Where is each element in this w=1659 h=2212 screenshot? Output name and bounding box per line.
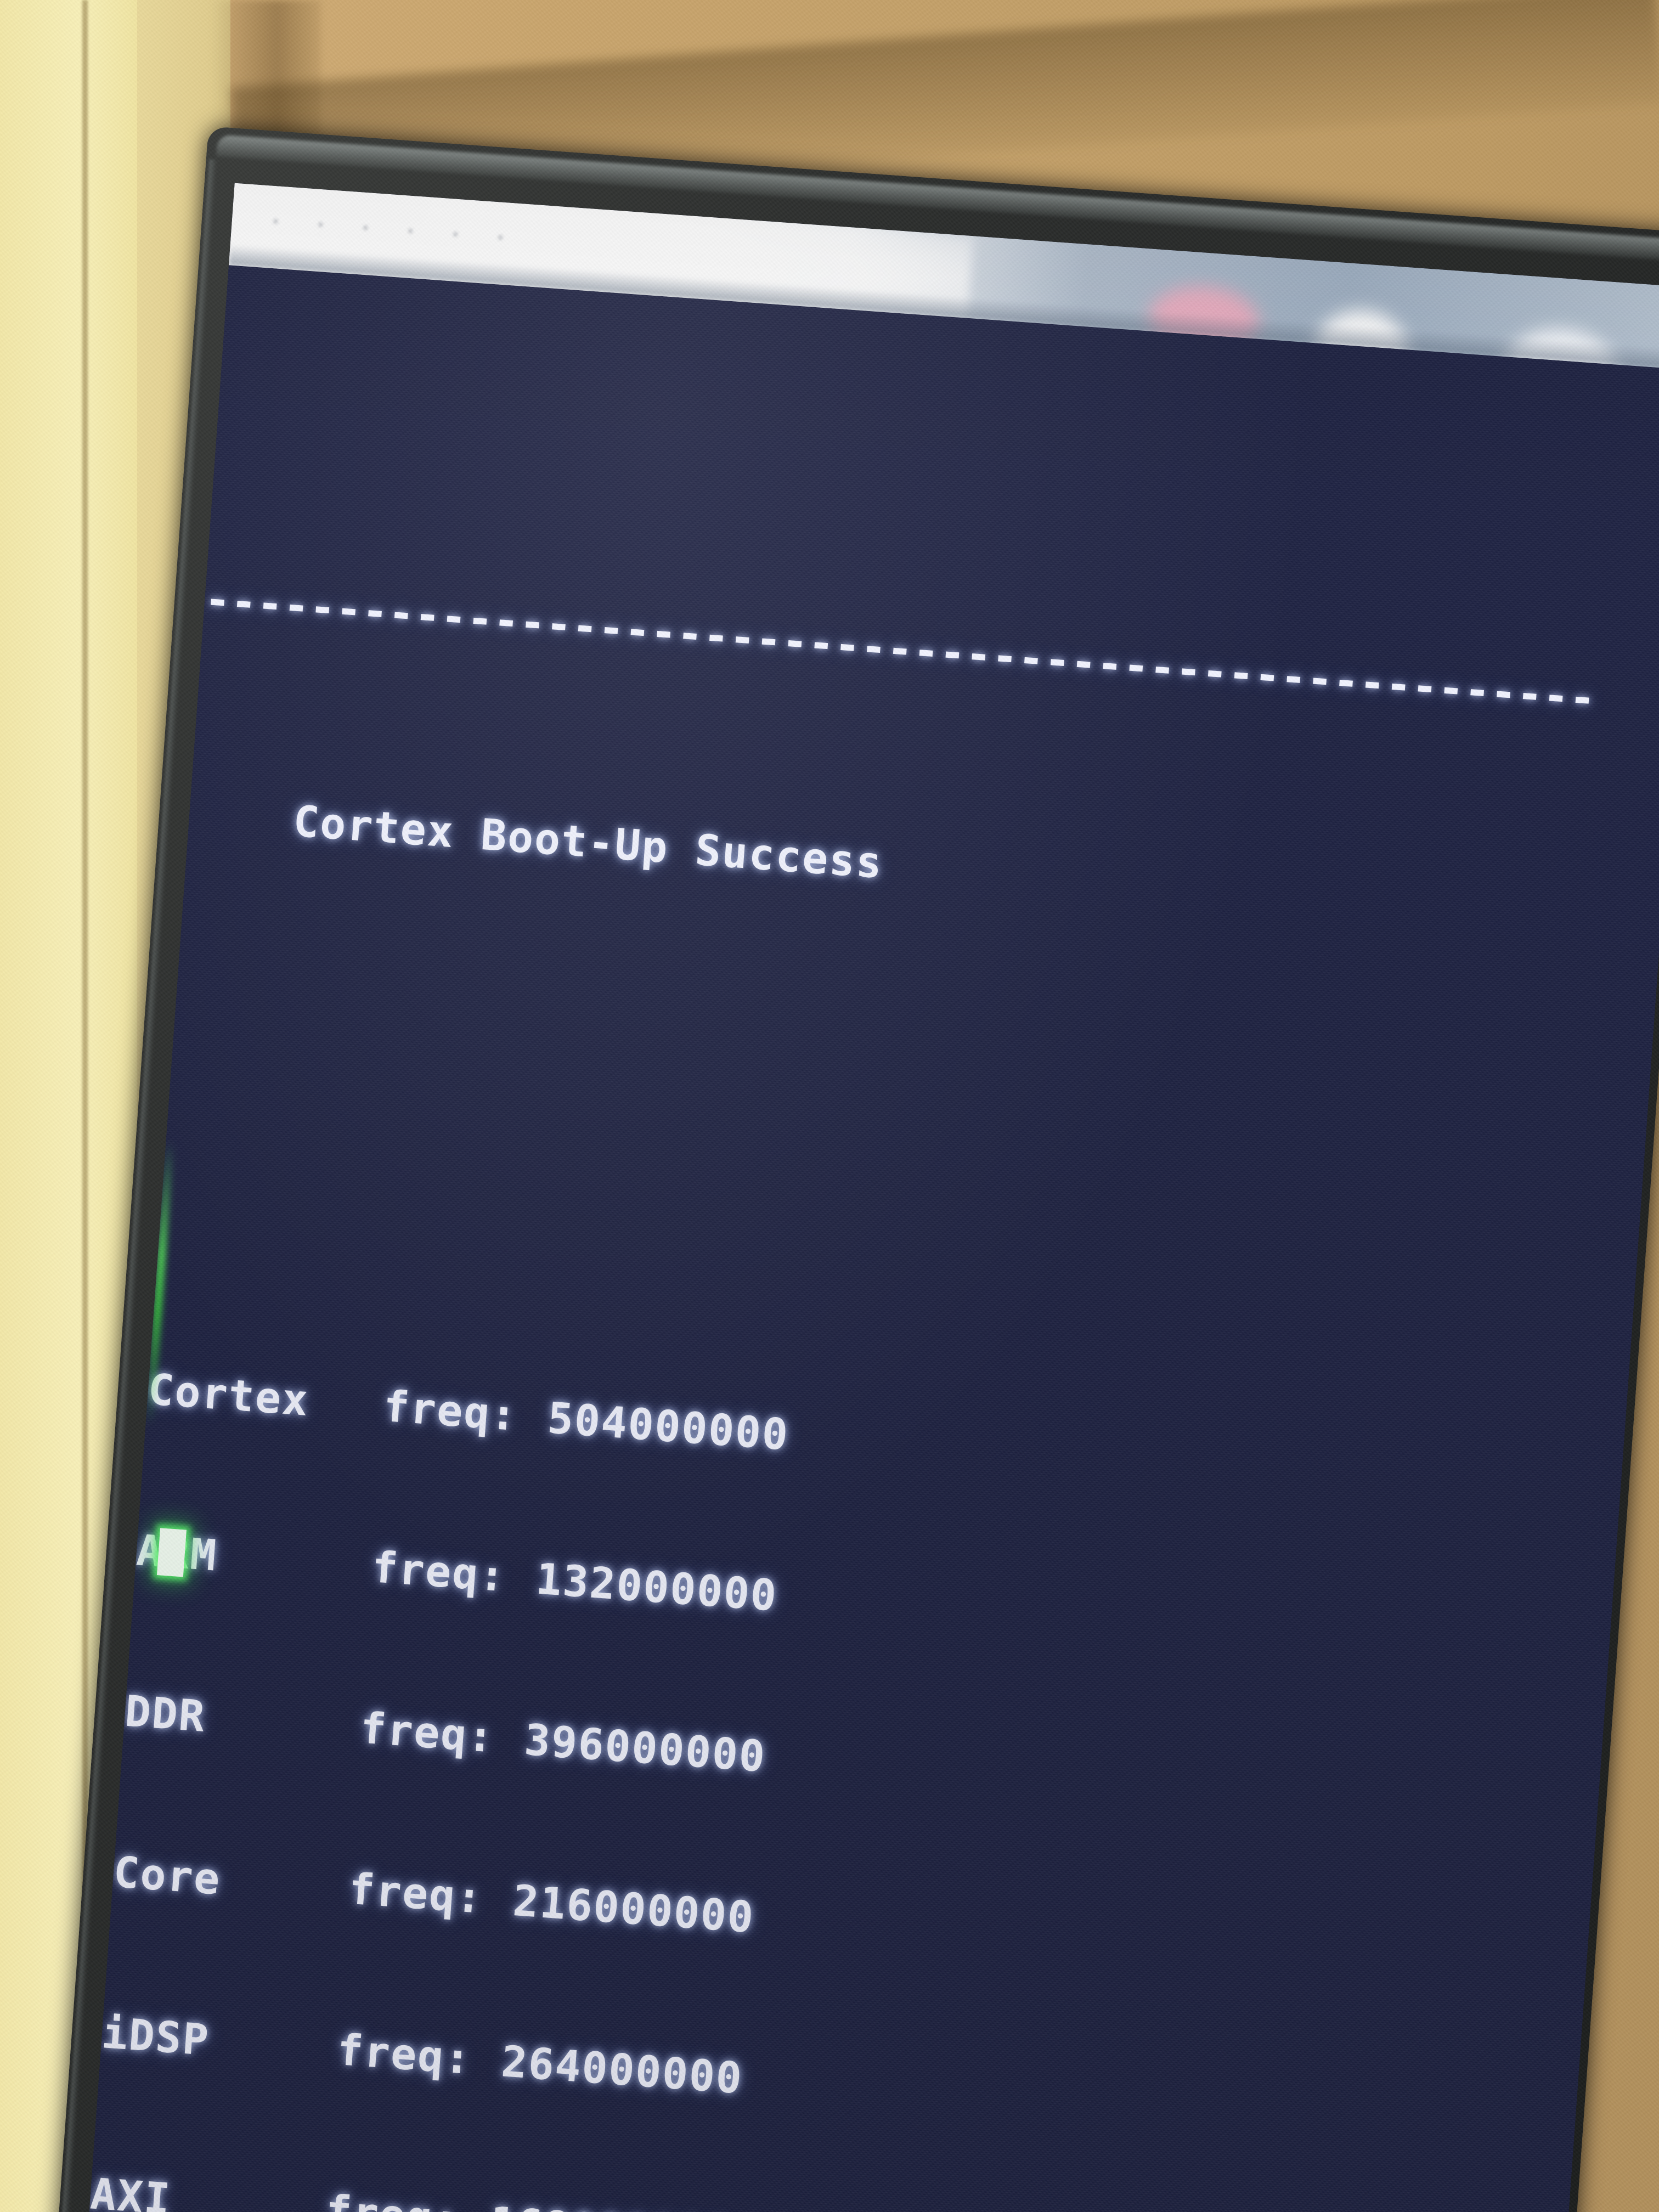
frequency-table: Cortexfreq:504000000 ARMfreq:132000000 D… [86, 1256, 1630, 2212]
freq-value: 168000000 [488, 2196, 733, 2212]
freq-label: freq: [324, 2184, 492, 2212]
monitor: · · · · · · ----------------------------… [55, 126, 1659, 2212]
console-top-padding [218, 373, 1659, 517]
clock-name: AXI [88, 2169, 173, 2212]
freq-label: freq: [370, 1543, 508, 1602]
table-row: iDSP freq: 264000000 [100, 2006, 1576, 2165]
clock-name: DDR [123, 1686, 207, 1742]
freq-label: freq: [347, 1864, 485, 1923]
table-row: Cortex freq: 504000000 [146, 1363, 1622, 1522]
boot-success-title: Cortex Boot-Up Success [291, 797, 885, 889]
monitor-screen: · · · · · · ----------------------------… [86, 183, 1659, 2212]
freq-value: 216000000 [511, 1876, 756, 1943]
table-row: Core freq: 216000000 [111, 1846, 1587, 2005]
freq-value: 396000000 [522, 1715, 768, 1782]
terminal-cursor [156, 1528, 187, 1577]
freq-label: freq: [335, 2025, 473, 2085]
photograph: · · · · · · ----------------------------… [0, 0, 1659, 2212]
separator-line-top: ----------------------------------------… [203, 574, 1598, 724]
clock-name: iDSP [100, 2008, 211, 2066]
table-row: ARMfreq:132000000 [135, 1523, 1611, 1683]
freq-label: freq: [358, 1703, 496, 1763]
freq-value: 132000000 [534, 1554, 779, 1621]
title-gap [173, 1002, 1648, 1147]
table-row: DDR freq: 396000000 [123, 1685, 1599, 1844]
freq-value: 504000000 [545, 1393, 791, 1460]
clock-name: Cortex [146, 1365, 311, 1426]
table-row: AXI freq:168000000 [88, 2167, 1564, 2212]
serial-console-output[interactable]: ----------------------------------------… [86, 265, 1659, 2212]
freq-label: freq: [381, 1381, 520, 1441]
freq-value: 264000000 [499, 2037, 744, 2104]
clock-name: Core [111, 1847, 223, 1905]
